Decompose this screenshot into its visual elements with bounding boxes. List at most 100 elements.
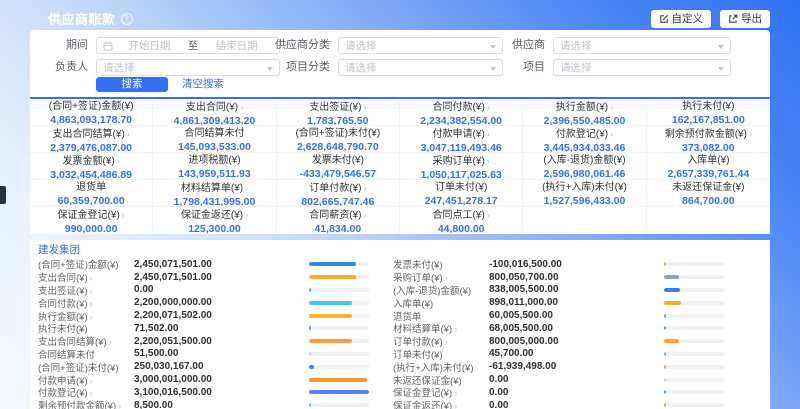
chevron-right-icon: › (118, 401, 121, 409)
stat-value: 2,596,980,061.46 (523, 168, 645, 180)
stat-label-text: 入库单(¥) (687, 155, 729, 166)
stat-value: 4,861,309,413.20 (153, 115, 275, 126)
stat-card[interactable]: 合同点工(¥)›44,800.00 (400, 207, 523, 234)
metric-bar-fill (664, 326, 666, 330)
stat-label-text: 退货单 (76, 182, 106, 193)
group-name-link[interactable]: 建发集团 (38, 245, 80, 255)
metric-bar-fill (309, 288, 311, 292)
chevron-right-icon: › (749, 129, 752, 139)
stat-label-text: 合同付款(¥) (433, 102, 485, 113)
stat-value: -433,479,546.57 (277, 168, 399, 180)
stat-card[interactable]: 订单付款(¥)›802,665,747.46 (277, 180, 400, 207)
stat-label-text: 订单未付(¥) (435, 182, 487, 193)
metric-bar-fill (664, 339, 679, 343)
metric-bar-fill (664, 288, 680, 292)
stat-value: 2,234,382,554.00 (400, 115, 522, 126)
metric-bar-fill (309, 301, 352, 305)
stat-label-text: (合同+签证)未付(¥) (295, 128, 380, 139)
chevron-right-icon: › (122, 210, 125, 220)
stat-card[interactable]: 合同薪资(¥)›41,834.00 (277, 207, 400, 234)
stat-card[interactable]: 保证金返还(¥)›125,300.00 (153, 207, 276, 234)
stat-value: 143,959,511.93 (153, 168, 275, 180)
stat-card[interactable]: 执行金额(¥)›2,396,550,485.00 (523, 99, 646, 126)
group-col-right: 发票未付(¥)-100,016,500.00采购订单(¥)›800,050,70… (393, 258, 738, 409)
metric-bar (309, 288, 369, 292)
side-drawer-handle[interactable] (0, 186, 6, 204)
metric-value: 800,050,700.00 (489, 272, 664, 283)
stat-card[interactable]: 支出合同(¥)›4,861,309,413.20 (153, 99, 276, 126)
chevron-right-icon: › (90, 299, 93, 309)
stat-label: (合同+签证)金额(¥) (30, 101, 152, 113)
metric-label[interactable]: 剩余预付款金额(¥)› (38, 398, 134, 409)
filter-panel: 期间 开始日期 至 结束日期 供应商分类 请选择 供应商 请选择 负责人 请选择… (30, 30, 770, 97)
chevron-right-icon: › (240, 102, 243, 112)
metric-bar-fill (309, 390, 369, 394)
date-separator: 至 (186, 38, 201, 53)
stat-label-text: 订单付款(¥) (309, 183, 361, 194)
chevron-right-icon: › (487, 129, 490, 139)
metric-value: 250,030,167.00 (134, 361, 309, 372)
stat-label-text: (合同+签证)金额(¥) (49, 101, 134, 112)
stat-label-text: 执行未付(¥) (682, 101, 734, 112)
stat-card[interactable]: 合同付款(¥)›2,234,382,554.00 (400, 99, 523, 126)
metric-value: 0.00 (489, 387, 664, 398)
metric-label[interactable]: 保证金返还(¥)› (393, 398, 489, 409)
metric-bar-fill (664, 314, 666, 318)
chevron-down-icon (718, 45, 724, 49)
stat-card[interactable]: 保证金登记(¥)›990,000.00 (30, 207, 153, 234)
metric-bar (309, 365, 369, 369)
help-icon[interactable]: ? (121, 13, 133, 25)
stat-label-text: (入库-退货)金额(¥) (543, 155, 625, 166)
stat-label-text: 未返还保证金(¥) (672, 182, 744, 193)
stat-card[interactable]: 付款申请(¥)›3,047,119,493.46 (400, 126, 523, 153)
stat-label: 材料结算单(¥)› (153, 182, 275, 195)
stat-label: (执行+入库)未付(¥) (523, 182, 645, 194)
stat-label: 付款申请(¥)› (400, 128, 522, 141)
supplier-select[interactable]: 请选择 (553, 37, 731, 54)
project-select[interactable]: 请选择 (553, 59, 731, 76)
clear-search-link[interactable]: 清空搜索 (182, 77, 224, 92)
owner-select[interactable]: 请选择 (96, 59, 280, 76)
stat-label: 进项税额(¥) (153, 155, 275, 167)
metric-row: 执行未付(¥)71,502.00 (38, 322, 383, 335)
stats-panel: (合同+签证)金额(¥)4,863,093,178.70支出合同(¥)›4,86… (30, 97, 770, 234)
metric-row: 订单未付(¥)45,700.00 (393, 348, 738, 361)
stat-card[interactable]: 支出合同结算(¥)›2,379,476,087.00 (30, 126, 153, 153)
chevron-right-icon: › (610, 102, 613, 112)
stat-card[interactable]: 剩余预付款金额(¥)›373,082.00 (647, 126, 770, 153)
stat-label: 支出合同结算(¥)› (30, 128, 152, 141)
metric-value: 3,100,016,500.00 (134, 387, 309, 398)
period-daterange-input[interactable]: 开始日期 至 结束日期 (96, 37, 280, 54)
metric-bar (309, 262, 369, 266)
metric-row: 保证金登记(¥)›0.00 (393, 386, 738, 399)
stat-card[interactable]: 材料结算单(¥)›1,798,431,995.00 (153, 180, 276, 207)
metric-bar (309, 275, 369, 279)
chevron-right-icon: › (90, 273, 93, 283)
metric-bar-fill (309, 365, 314, 369)
stat-card[interactable]: 采购订单(¥)›1,050,117,025.63 (400, 153, 523, 180)
metric-bar (309, 403, 369, 407)
stat-card[interactable]: 付款登记(¥)›3,445,934,033.46 (523, 126, 646, 153)
metric-bar (309, 314, 369, 318)
owner-label: 负责人 (46, 59, 88, 76)
stat-card[interactable]: 发票金额(¥)›3,032,454,486.89 (30, 153, 153, 180)
metric-row: (合同+签证)金额(¥)2,450,071,501.00 (38, 258, 383, 271)
stat-label: 合同结算未付 (153, 128, 275, 140)
stat-card: 订单未付(¥)247,451,278.17 (400, 180, 523, 207)
stat-label: 发票未付(¥) (277, 155, 399, 167)
metric-bar (664, 339, 724, 343)
stat-label: 保证金返还(¥)› (153, 209, 275, 222)
metric-bar (309, 390, 369, 394)
export-button[interactable]: 导出 (720, 10, 770, 28)
stat-card[interactable]: 支出签证(¥)›1,783,765.50 (277, 99, 400, 126)
metric-bar (664, 378, 724, 382)
metric-bar-fill (309, 275, 356, 279)
supplier-category-placeholder: 请选择 (345, 38, 377, 53)
customize-button[interactable]: 自定义 (651, 10, 712, 28)
metric-row: 合同付款(¥)›2,200,000,000.00 (38, 296, 383, 309)
search-button[interactable]: 搜索 (96, 77, 168, 92)
edit-icon (659, 14, 669, 24)
stat-card (523, 207, 646, 234)
content: 期间 开始日期 至 结束日期 供应商分类 请选择 供应商 请选择 负责人 请选择… (30, 30, 770, 409)
stat-label: (入库-退货)金额(¥) (523, 155, 645, 167)
